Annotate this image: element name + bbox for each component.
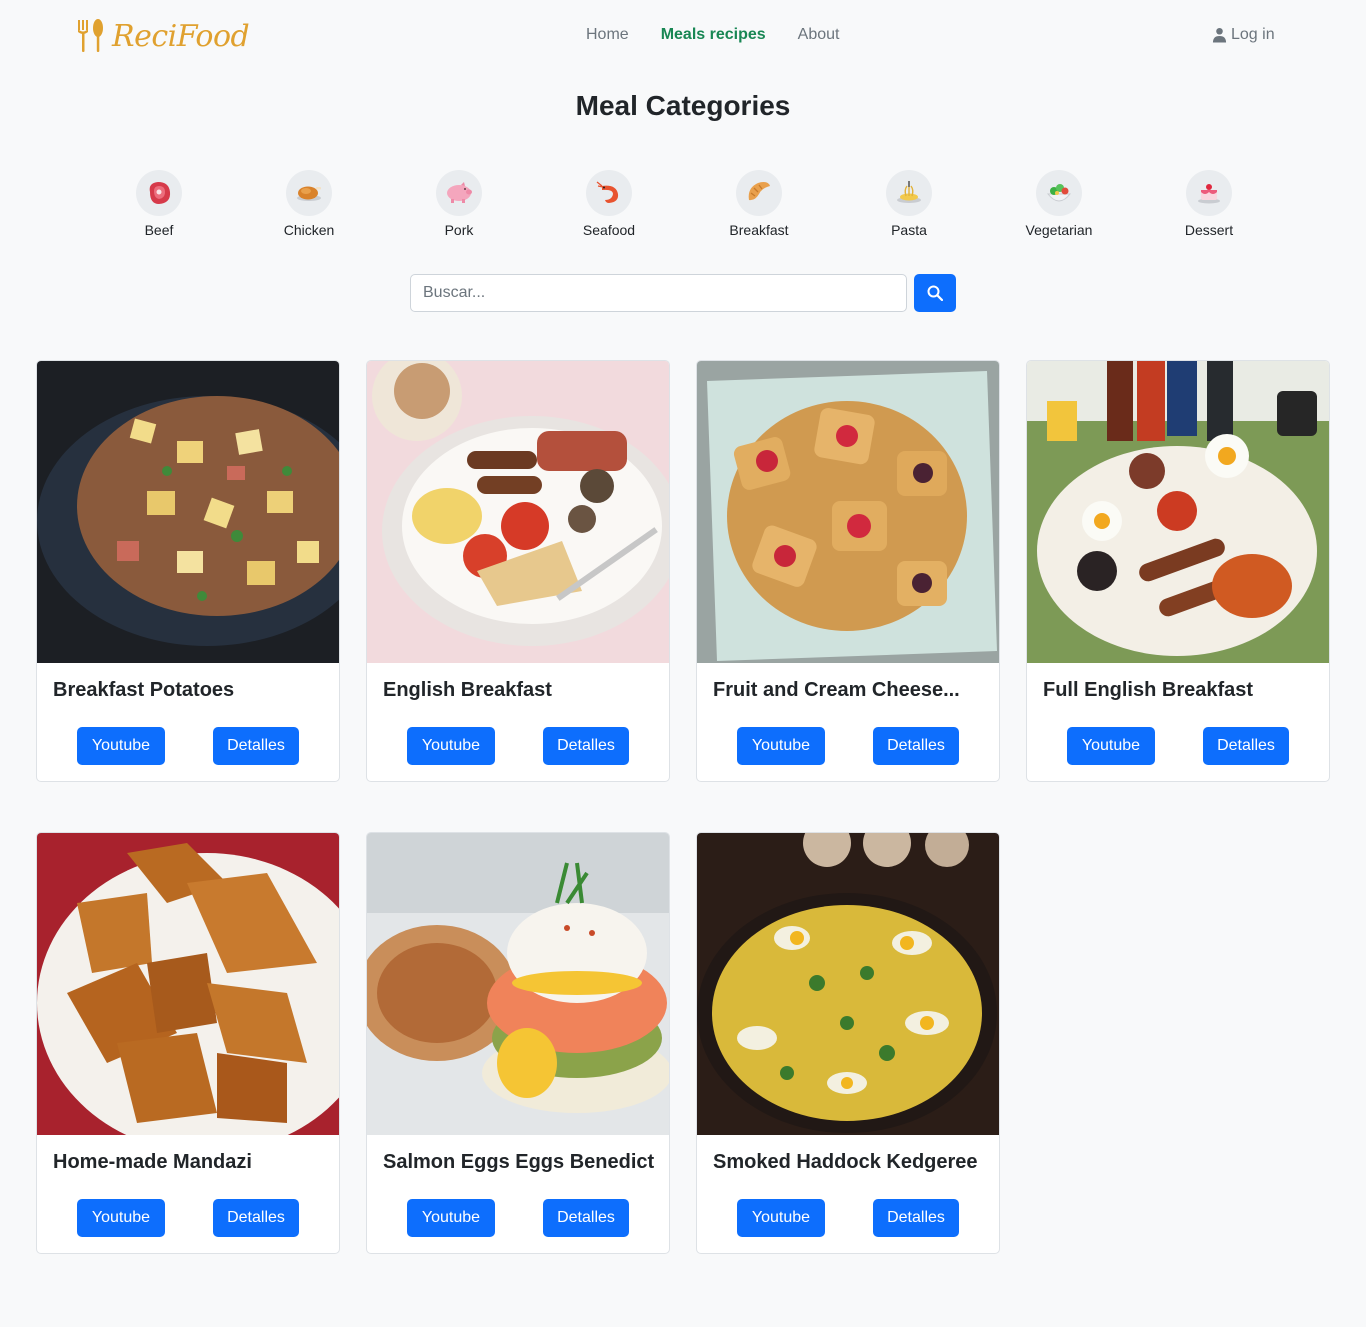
category-vegetarian[interactable]: Vegetarian (984, 170, 1134, 238)
page-title: Meal Categories (575, 90, 791, 121)
meal-card: Smoked Haddock Kedgeree Youtube Detalles (696, 832, 1000, 1254)
search-bar (410, 274, 956, 312)
details-button[interactable]: Detalles (543, 727, 629, 765)
category-label: Dessert (1184, 222, 1234, 238)
category-icon-wrapper (286, 170, 332, 216)
details-button[interactable]: Detalles (543, 1199, 629, 1237)
category-icon-wrapper (1186, 170, 1232, 216)
roast-chicken-icon (297, 186, 321, 201)
meal-image[interactable] (697, 833, 999, 1135)
category-pasta[interactable]: Pasta (834, 170, 984, 238)
meal-title: Full English Breakfast (1043, 679, 1254, 701)
category-label: Beef (144, 222, 174, 238)
category-icon-wrapper (586, 170, 632, 216)
meal-title: Breakfast Potatoes (53, 679, 235, 701)
meal-title: Fruit and Cream Cheese... (713, 679, 960, 701)
login-label: Log in (1231, 26, 1275, 43)
youtube-button[interactable]: Youtube (1067, 727, 1155, 765)
croissant-icon (748, 182, 770, 201)
youtube-button[interactable]: Youtube (77, 1199, 165, 1237)
meal-card: Fruit and Cream Cheese... Youtube Detall… (696, 360, 1000, 782)
category-chicken[interactable]: Chicken (234, 170, 384, 238)
details-button[interactable]: Detalles (873, 1199, 959, 1237)
shrimp-icon (596, 181, 619, 203)
category-label: Seafood (582, 222, 636, 238)
category-label: Pork (444, 222, 474, 238)
meal-image[interactable] (1027, 361, 1329, 663)
brand-logo[interactable]: ReciFood (76, 16, 250, 56)
category-label: Vegetarian (1025, 222, 1093, 238)
youtube-button[interactable]: Youtube (407, 727, 495, 765)
nav-link-about[interactable]: About (798, 26, 840, 44)
search-input[interactable] (410, 274, 907, 312)
category-label: Chicken (283, 222, 335, 238)
category-breakfast[interactable]: Breakfast (684, 170, 834, 238)
category-beef[interactable]: Beef (84, 170, 234, 238)
details-button[interactable]: Detalles (213, 1199, 299, 1237)
meal-image[interactable] (37, 361, 339, 663)
category-label: Pasta (891, 222, 927, 238)
category-label: Breakfast (729, 222, 789, 238)
category-icon-wrapper (886, 170, 932, 216)
meal-title: Smoked Haddock Kedgeree (713, 1151, 978, 1173)
youtube-button[interactable]: Youtube (737, 727, 825, 765)
nav-link-meals-recipes[interactable]: Meals recipes (661, 26, 766, 44)
meal-title: English Breakfast (383, 679, 552, 701)
nav-link-home[interactable]: Home (586, 26, 629, 44)
search-icon (927, 285, 943, 301)
details-button[interactable]: Detalles (873, 727, 959, 765)
category-pork[interactable]: Pork (384, 170, 534, 238)
meat-icon (149, 182, 171, 204)
meal-image[interactable] (367, 833, 669, 1135)
meal-image[interactable] (367, 361, 669, 663)
navbar: ReciFood Home Meals recipes About Log in (0, 0, 1366, 74)
category-icon-wrapper (136, 170, 182, 216)
meal-grid: Breakfast Potatoes Youtube Detalles Engl… (36, 360, 1330, 1254)
meal-card: Salmon Eggs Eggs Benedict Youtube Detall… (366, 832, 670, 1254)
meal-title: Salmon Eggs Eggs Benedict (383, 1151, 655, 1173)
cake-icon (1198, 184, 1220, 204)
meal-card: Full English Breakfast Youtube Detalles (1026, 360, 1330, 782)
fork-spoon-icon (78, 19, 103, 52)
search-button[interactable] (914, 274, 956, 312)
details-button[interactable]: Detalles (213, 727, 299, 765)
brand-name: ReciFood (112, 18, 250, 54)
salad-icon (1046, 184, 1072, 202)
category-list: Beef Chicken Pork Seafood Breakfast Past… (84, 170, 1284, 238)
meal-image[interactable] (697, 361, 999, 663)
meal-card: Home-made Mandazi Youtube Detalles (36, 832, 340, 1254)
youtube-button[interactable]: Youtube (77, 727, 165, 765)
category-icon-wrapper (1036, 170, 1082, 216)
category-dessert[interactable]: Dessert (1134, 170, 1284, 238)
youtube-button[interactable]: Youtube (737, 1199, 825, 1237)
category-icon-wrapper (436, 170, 482, 216)
meal-image[interactable] (37, 833, 339, 1135)
pig-icon (447, 182, 472, 203)
category-seafood[interactable]: Seafood (534, 170, 684, 238)
nav-links: Home Meals recipes About (586, 26, 871, 44)
meal-title: Home-made Mandazi (53, 1151, 252, 1173)
user-icon (1212, 27, 1227, 43)
meal-card: English Breakfast Youtube Detalles (366, 360, 670, 782)
youtube-button[interactable]: Youtube (407, 1199, 495, 1237)
details-button[interactable]: Detalles (1203, 727, 1289, 765)
category-icon-wrapper (736, 170, 782, 216)
spaghetti-icon (897, 181, 921, 203)
login-link[interactable]: Log in (1212, 26, 1275, 44)
meal-card: Breakfast Potatoes Youtube Detalles (36, 360, 340, 782)
